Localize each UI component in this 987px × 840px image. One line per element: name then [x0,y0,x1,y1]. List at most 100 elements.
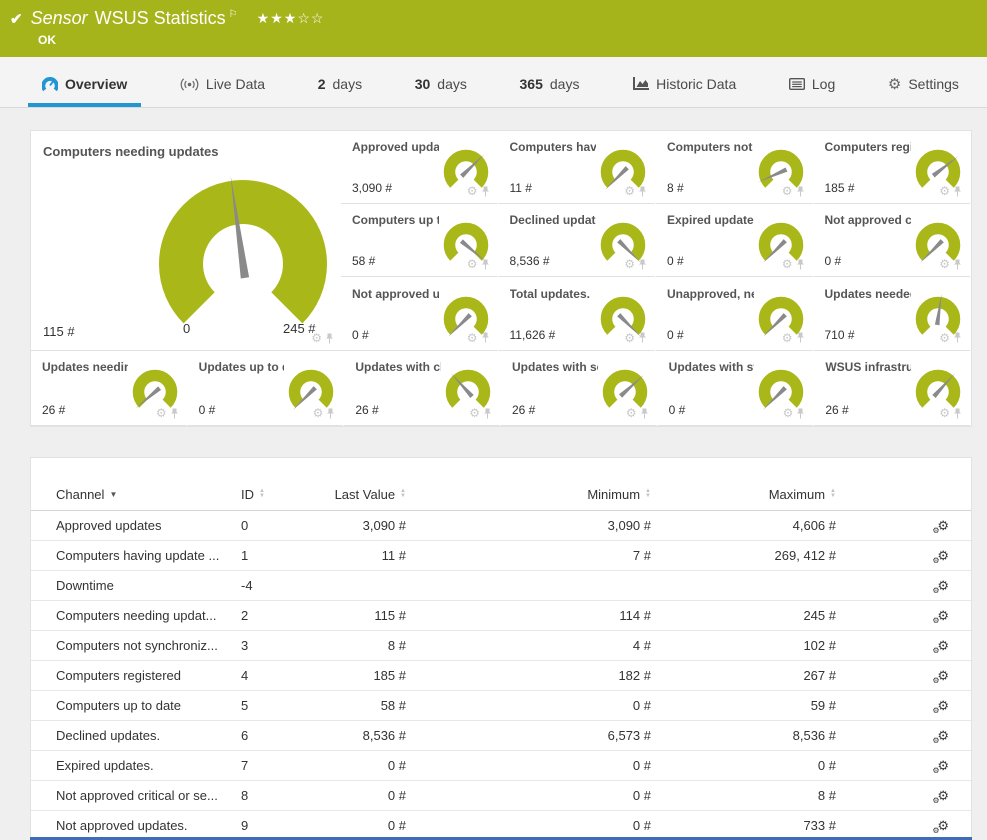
tab-days[interactable]: 2 days [304,69,376,107]
channel-settings-gear-icon[interactable]: ⚙⚙ [937,729,949,742]
gear-icon[interactable]: ⚙ [467,258,478,270]
channel-settings-gear-icon[interactable]: ⚙⚙ [937,639,949,652]
gauge-tile[interactable]: Updates with stale upd... 0 # ⚙ [658,351,815,426]
table-row[interactable]: Computers needing updat... 2 115 # 114 #… [31,601,971,631]
featured-gauge-tile[interactable]: Computers needing updates 0 245 # 115 # … [31,131,341,351]
pin-icon[interactable] [481,259,490,270]
gauge-tile[interactable]: Updates with client err... 26 # ⚙ [344,351,501,426]
channel-settings-gear-icon[interactable]: ⚙⚙ [937,819,949,832]
tab-overview[interactable]: Overview [28,69,141,107]
gauge-tile[interactable]: Not approved critical o... 0 # ⚙ [814,204,972,277]
gauge-tile[interactable]: Unapproved, needed u... 0 # ⚙ [656,278,814,351]
table-row[interactable]: Expired updates. 7 0 # 0 # 0 # ⚙⚙ [31,751,971,781]
gauge-tile[interactable]: Not approved updates 0 # ⚙ [341,278,499,351]
gauge-tile[interactable]: Expired updates. 0 # ⚙ [656,204,814,277]
gear-icon[interactable]: ⚙ [782,332,793,344]
channel-settings-gear-icon[interactable]: ⚙⚙ [937,699,949,712]
column-header-channel[interactable]: Channel ▼ [56,487,241,502]
gauge-tile[interactable]: Updates up to date. 0 # ⚙ [188,351,345,426]
gear-icon[interactable]: ⚙ [311,332,322,344]
gauge-tile[interactable]: Declined updates. 8,536 # ⚙ [499,204,657,277]
table-row[interactable]: Computers registered 4 185 # 182 # 267 #… [31,661,971,691]
pin-icon[interactable] [953,332,962,343]
priority-stars[interactable]: ★★★☆☆ [257,10,325,27]
column-header-last-value[interactable]: Last Value ▲▼ [316,487,461,502]
gauge-tile[interactable]: Computers not synchr... 8 # ⚙ [656,131,814,204]
star-empty-icon[interactable]: ☆ [297,10,311,26]
channel-settings-gear-icon[interactable]: ⚙⚙ [937,579,949,592]
gear-icon[interactable]: ⚙ [624,332,635,344]
gear-icon[interactable]: ⚙ [467,185,478,197]
gear-icon[interactable]: ⚙ [782,258,793,270]
gauge-tile[interactable]: Approved updates 3,090 # ⚙ [341,131,499,204]
pin-icon[interactable] [953,408,962,419]
star-filled-icon[interactable]: ★ [270,10,284,26]
star-filled-icon[interactable]: ★ [284,10,298,26]
pin-icon[interactable] [638,259,647,270]
channel-settings-gear-icon[interactable]: ⚙⚙ [937,609,949,622]
gauge-tile[interactable]: Computers up to date 58 # ⚙ [341,204,499,277]
gear-icon[interactable]: ⚙ [939,332,950,344]
tab-days[interactable]: 365 days [506,69,594,107]
table-row[interactable]: Declined updates. 6 8,536 # 6,573 # 8,53… [31,721,971,751]
pin-icon[interactable] [796,186,805,197]
pin-icon[interactable] [796,332,805,343]
column-header-maximum[interactable]: Maximum ▲▼ [676,487,861,502]
gauge-tile[interactable]: Computers having upd... 11 # ⚙ [499,131,657,204]
gauge-tile[interactable]: Total updates. 11,626 # ⚙ [499,278,657,351]
gear-icon[interactable]: ⚙ [782,185,793,197]
star-empty-icon[interactable]: ☆ [311,10,325,26]
pin-icon[interactable] [796,408,805,419]
table-row[interactable]: Approved updates 0 3,090 # 3,090 # 4,606… [31,511,971,541]
gear-icon[interactable]: ⚙ [939,407,950,419]
gauge-tile[interactable]: Updates with server err... 26 # ⚙ [501,351,658,426]
table-row[interactable]: Not approved updates. 9 0 # 0 # 733 # ⚙⚙ [31,811,971,840]
channel-settings-gear-icon[interactable]: ⚙⚙ [937,669,949,682]
pin-icon[interactable] [326,408,335,419]
channel-settings-gear-icon[interactable]: ⚙⚙ [937,549,949,562]
table-row[interactable]: Computers having update ... 1 11 # 7 # 2… [31,541,971,571]
pin-icon[interactable] [796,259,805,270]
gear-icon[interactable]: ⚙ [624,185,635,197]
gauge-tile[interactable]: Computers registered 185 # ⚙ [814,131,972,204]
column-header-id[interactable]: ID ▲▼ [241,487,316,502]
gear-icon[interactable]: ⚙ [624,258,635,270]
pin-icon[interactable] [481,186,490,197]
column-header-minimum[interactable]: Minimum ▲▼ [461,487,676,502]
tab-settings[interactable]: ⚙ Settings [874,69,973,107]
tab-log[interactable]: Log [775,69,849,107]
flag-icon[interactable]: ⚐ [229,9,238,20]
star-filled-icon[interactable]: ★ [257,10,271,26]
gear-icon[interactable]: ⚙ [783,407,794,419]
table-row[interactable]: Computers up to date 5 58 # 0 # 59 # ⚙⚙ [31,691,971,721]
pin-icon[interactable] [638,186,647,197]
tab-days[interactable]: 30 days [401,69,481,107]
table-row[interactable]: Computers not synchroniz... 3 8 # 4 # 10… [31,631,971,661]
table-row[interactable]: Downtime -4 ⚙⚙ [31,571,971,601]
gear-icon[interactable]: ⚙ [156,407,167,419]
gear-icon[interactable]: ⚙ [939,185,950,197]
channel-settings-gear-icon[interactable]: ⚙⚙ [937,789,949,802]
gear-icon[interactable]: ⚙ [313,407,324,419]
gear-icon[interactable]: ⚙ [939,258,950,270]
gauge-tile[interactable]: Updates needed by co... 710 # ⚙ [814,278,972,351]
pin-icon[interactable] [325,333,334,344]
tab-live-data[interactable]: Live Data [166,69,279,107]
pin-icon[interactable] [640,408,649,419]
gauge-tile[interactable]: Updates needing files. 26 # ⚙ [31,351,188,426]
pin-icon[interactable] [483,408,492,419]
gear-icon[interactable]: ⚙ [467,332,478,344]
gauge-tile[interactable]: WSUS infrastructure u... 26 # ⚙ [814,351,971,426]
channel-settings-gear-icon[interactable]: ⚙⚙ [937,519,949,532]
pin-icon[interactable] [170,408,179,419]
gear-icon[interactable]: ⚙ [469,407,480,419]
pin-icon[interactable] [638,332,647,343]
tab-historic-data[interactable]: Historic Data [618,69,750,107]
pin-icon[interactable] [481,332,490,343]
gear-icon[interactable]: ⚙ [626,407,637,419]
pin-icon[interactable] [953,186,962,197]
channel-settings-gear-icon[interactable]: ⚙⚙ [937,759,949,772]
sort-both-icon: ▲▼ [259,489,265,499]
table-row[interactable]: Not approved critical or se... 8 0 # 0 #… [31,781,971,811]
pin-icon[interactable] [953,259,962,270]
